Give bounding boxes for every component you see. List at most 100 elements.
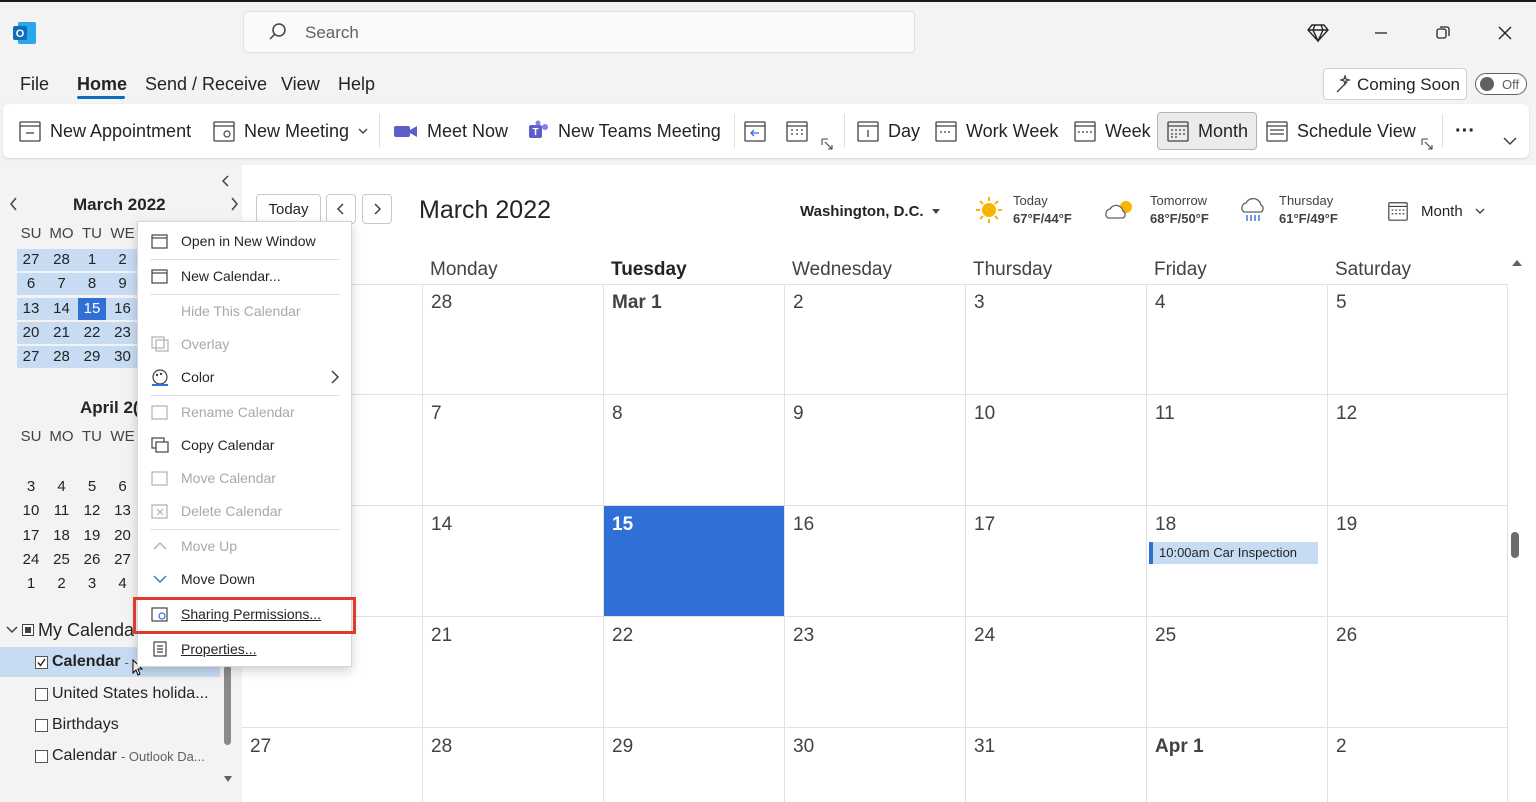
schedule-view-button[interactable]: Schedule View [1265,112,1416,150]
mini-cal-day[interactable]: 21 [48,324,76,341]
checkbox[interactable] [35,718,48,732]
day-cell[interactable]: 27 [242,728,423,802]
mini-cal-day[interactable]: 13 [109,502,137,519]
menu-copy-calendar[interactable]: Copy Calendar [138,430,351,460]
menu-send-receive[interactable]: Send / Receive [145,74,267,95]
close-icon[interactable] [1490,18,1520,48]
folder-calendar[interactable]: Calendar - [35,653,129,671]
today-button[interactable]: Today [256,194,321,224]
view-switcher-dropdown[interactable]: Month [1387,200,1485,222]
mini-cal-day[interactable]: 5 [78,478,106,495]
menu-new-calendar[interactable]: New Calendar... [138,261,351,291]
day-cell[interactable]: 17 [966,506,1147,617]
mini-cal-day[interactable]: 30 [109,348,137,365]
day-cell[interactable]: 12 [1328,395,1508,506]
new-meeting-button[interactable]: New Meeting [212,112,369,150]
work-week-button[interactable]: Work Week [934,112,1058,150]
mini-cal-day[interactable]: 4 [109,575,137,592]
calendar-grid-icon[interactable] [785,112,809,150]
menu-delete-calendar[interactable]: Delete Calendar [138,496,351,526]
menu-open-new-window[interactable]: Open in New Window [138,226,351,256]
calendar-event[interactable]: 10:00am Car Inspection [1149,542,1318,564]
menu-view[interactable]: View [281,74,320,95]
folder-calendar-outlook[interactable]: Calendar - Outlook Da... [35,747,205,765]
mini-cal-day[interactable]: 25 [48,551,76,568]
day-cell[interactable]: 5 [1328,284,1508,395]
prev-month-button[interactable] [326,194,356,224]
mini-cal-day[interactable]: 6 [17,275,45,292]
day-cell[interactable]: 8 [604,395,785,506]
next-month-button[interactable] [362,194,392,224]
mini-cal-day[interactable]: 27 [17,251,45,268]
day-cell[interactable]: 9 [785,395,966,506]
day-cell[interactable]: 2 [1328,728,1508,802]
day-cell[interactable]: 25 [1147,617,1328,728]
mini-cal-day[interactable]: 22 [78,324,106,341]
menu-file[interactable]: File [20,74,49,95]
mini-cal-day[interactable]: 15 [78,297,106,320]
mini-cal-day[interactable]: 1 [78,251,106,268]
day-cell[interactable]: 15 [604,506,785,617]
mini-cal-day[interactable]: 18 [48,527,76,544]
day-cell[interactable]: 11 [1147,395,1328,506]
mini-cal-day[interactable]: 1 [17,575,45,592]
mini-cal-day[interactable]: 2 [109,251,137,268]
menu-hide-calendar[interactable]: Hide This Calendar [138,296,351,326]
day-cell[interactable]: 3 [966,284,1147,395]
minimize-icon[interactable] [1366,18,1396,48]
checkbox-checked[interactable] [35,655,48,669]
my-calendars-group-label[interactable]: My Calenda [38,620,134,641]
checkbox[interactable] [35,687,48,701]
weather-thursday[interactable]: Thursday 61°F/49°F [1239,193,1338,226]
day-cell[interactable]: Mar 1 [604,284,785,395]
mini-cal-day[interactable]: 8 [78,275,106,292]
day-cell[interactable]: Apr 1 [1147,728,1328,802]
month-view-button[interactable]: Month [1157,112,1258,150]
group-checkbox[interactable] [22,624,34,636]
collapse-pane-icon[interactable] [220,175,232,187]
scroll-down-arrow-icon[interactable] [223,775,233,783]
day-cell[interactable]: 28 [423,284,604,395]
chevron-down-icon[interactable] [357,125,369,137]
day-cell[interactable]: 30 [785,728,966,802]
menu-home[interactable]: Home [77,74,127,95]
day-cell[interactable]: 21 [423,617,604,728]
day-cell[interactable]: 4 [1147,284,1328,395]
mini-cal-next-icon[interactable] [228,197,240,211]
mini-cal-day[interactable]: 27 [17,348,45,365]
menu-help[interactable]: Help [338,74,375,95]
mini-cal-day[interactable]: 23 [109,324,137,341]
day-cell[interactable]: 19 [1328,506,1508,617]
day-cell[interactable]: 26 [1328,617,1508,728]
new-appointment-button[interactable]: New Appointment [18,112,191,150]
day-cell[interactable]: 14 [423,506,604,617]
day-cell[interactable]: 29 [604,728,785,802]
day-cell[interactable]: 10 [966,395,1147,506]
search-input[interactable]: Search [243,11,915,53]
menu-overlay[interactable]: Overlay [138,329,351,359]
day-cell[interactable]: 31 [966,728,1147,802]
go-to-today-icon[interactable] [743,112,767,150]
mini-cal-day[interactable]: 14 [48,300,76,317]
more-options-button[interactable]: ··· [1455,112,1475,150]
chevron-down-icon[interactable] [6,625,18,635]
new-teams-meeting-button[interactable]: T New Teams Meeting [526,112,721,150]
coming-soon-button[interactable]: Coming Soon [1323,68,1467,100]
menu-properties[interactable]: Properties... [138,634,351,664]
mini-cal-prev-icon[interactable] [8,197,20,211]
mini-cal-day[interactable]: 24 [17,551,45,568]
restore-icon[interactable] [1428,18,1458,48]
menu-move-down[interactable]: Move Down [138,564,351,594]
weather-tomorrow[interactable]: Tomorrow 68°F/50°F [1102,193,1209,226]
menu-move-up[interactable]: Move Up [138,531,351,561]
mini-cal-day[interactable]: 28 [48,348,76,365]
mini-cal-day[interactable]: 11 [48,502,76,519]
dialog-launcher-icon[interactable] [821,138,833,150]
mini-cal-day[interactable]: 27 [109,551,137,568]
mini-cal-day[interactable]: 20 [17,324,45,341]
day-cell[interactable]: 2 [785,284,966,395]
menu-rename-calendar[interactable]: Rename Calendar [138,397,351,427]
weather-today[interactable]: Today 67°F/44°F [975,193,1072,226]
folder-birthdays[interactable]: Birthdays [35,716,119,734]
week-view-button[interactable]: Week [1073,112,1151,150]
